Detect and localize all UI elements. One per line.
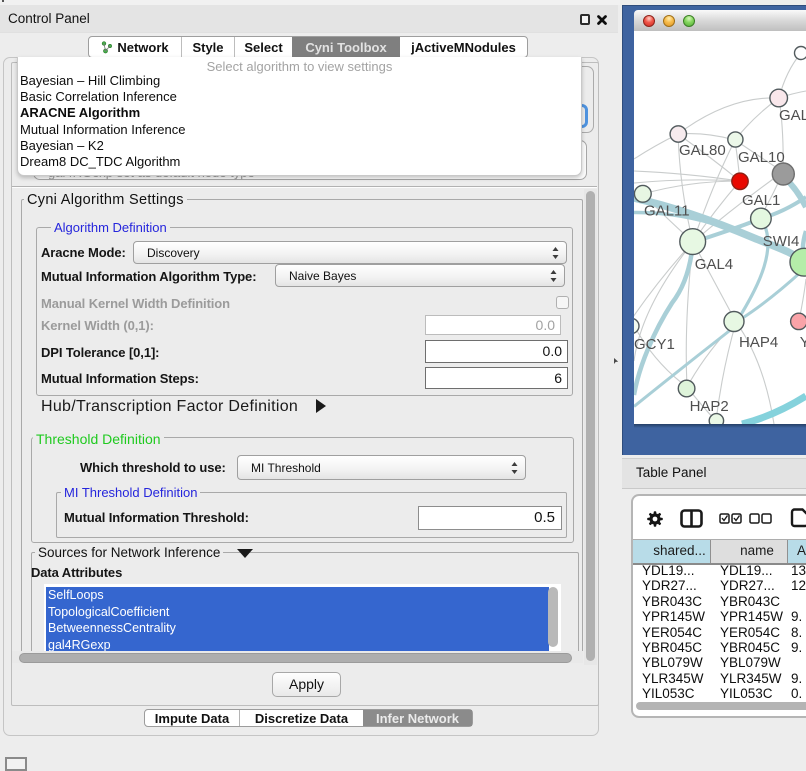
svg-text:GAL80: GAL80	[679, 142, 726, 159]
svg-text:GAL11: GAL11	[644, 203, 690, 220]
svg-text:GCY1: GCY1	[634, 336, 675, 353]
svg-text:HAP2: HAP2	[690, 398, 729, 415]
svg-text:GAL10: GAL10	[738, 149, 785, 166]
svg-text:GAL1: GAL1	[742, 192, 780, 209]
svg-text:SWI4: SWI4	[763, 233, 800, 250]
svg-text:HAP4: HAP4	[739, 334, 778, 351]
svg-text:GAL4: GAL4	[695, 256, 733, 273]
svg-text:GAL2: GAL2	[779, 107, 806, 124]
svg-text:YM: YM	[800, 334, 806, 351]
